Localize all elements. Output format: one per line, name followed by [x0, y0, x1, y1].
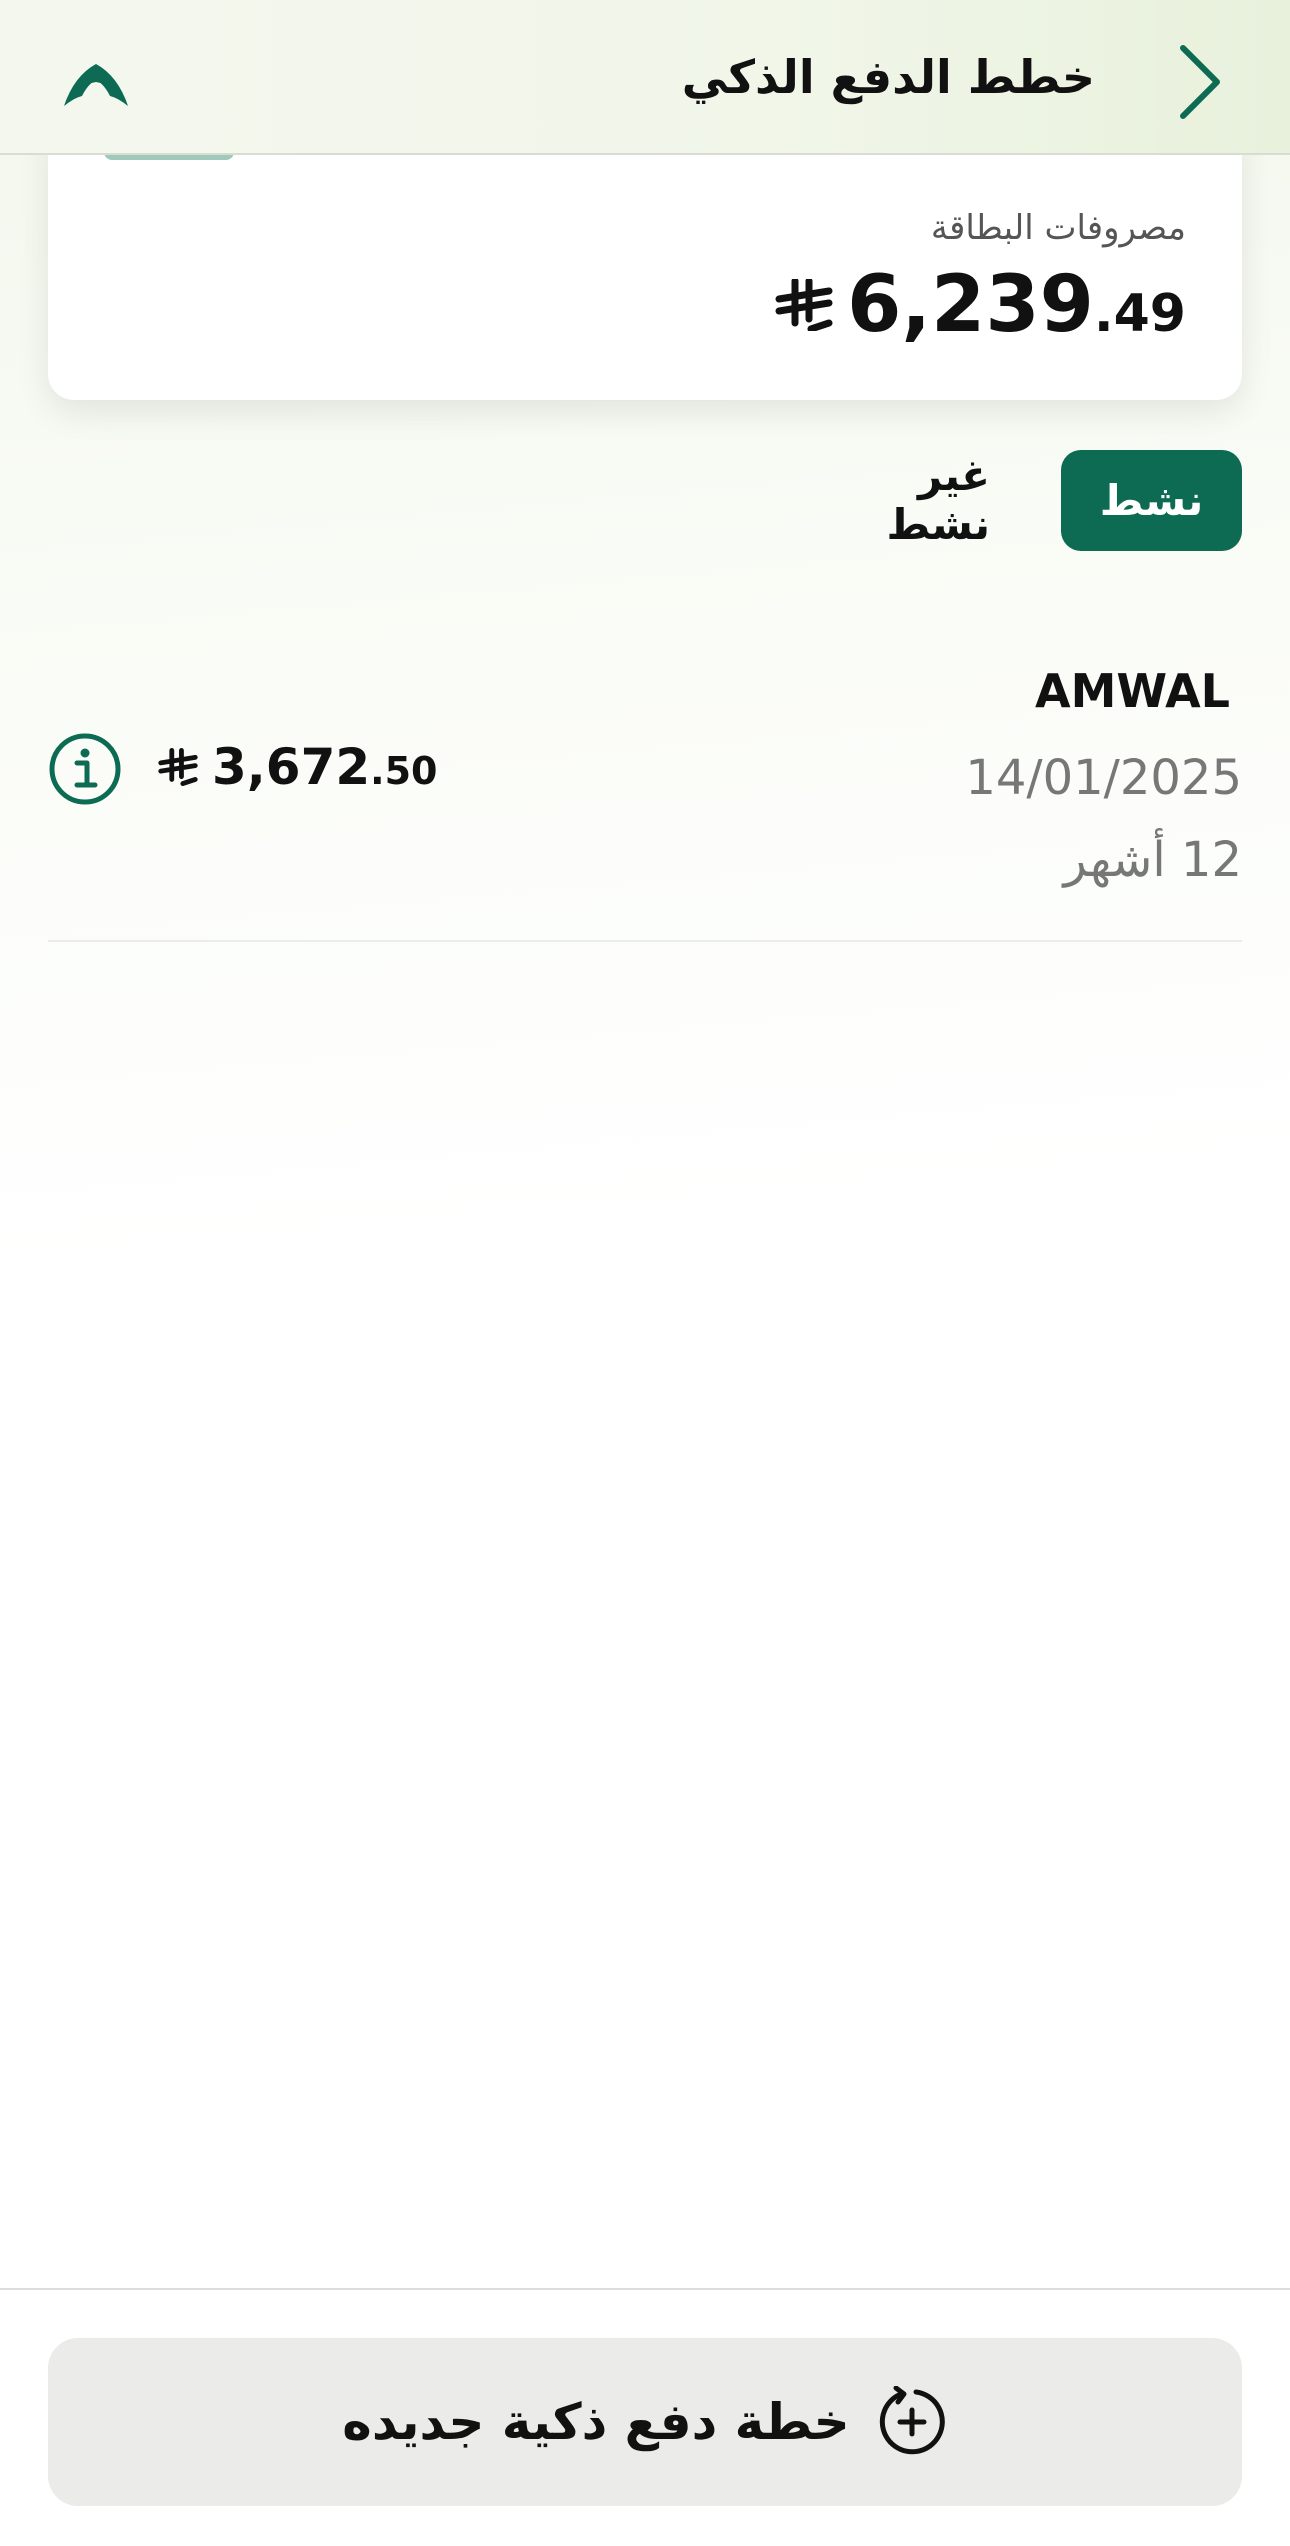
back-button[interactable] [1170, 42, 1230, 122]
bank-logo-icon [64, 64, 128, 106]
plan-amount: 3,672 .50 [158, 738, 437, 796]
plan-duration: 12 أشهر [1063, 832, 1243, 888]
plan-amount-integer: 3,672 [212, 738, 371, 796]
saudi-riyal-icon [158, 748, 198, 786]
page-title: خطط الدفع الذكي [681, 50, 1095, 104]
tab-inactive[interactable]: غير نشط [810, 451, 990, 549]
list-item[interactable]: AMWAL 14/01/2025 12 أشهر 3,672 .50 [48, 640, 1242, 942]
plan-date: 14/01/2025 [965, 750, 1242, 806]
card-amount-decimal: .49 [1093, 284, 1186, 344]
card-spend-amount: 6,239 .49 [775, 260, 1186, 350]
new-plan-label: خطة دفع ذكية جديده [342, 2393, 850, 2451]
card-amount-integer: 6,239 [847, 260, 1094, 350]
saudi-riyal-icon [775, 279, 833, 331]
card-spend-label: مصروفات البطاقة [930, 208, 1186, 248]
plan-merchant-name: AMWAL [1035, 664, 1230, 718]
new-plan-button[interactable]: خطة دفع ذكية جديده [48, 2338, 1242, 2506]
plan-amount-decimal: .50 [370, 749, 438, 793]
card-spend-summary: مصروفات البطاقة 6,239 .49 [48, 120, 1242, 400]
tab-active[interactable]: نشط [1061, 450, 1242, 551]
bottom-divider [0, 2288, 1290, 2290]
chevron-right-icon [1180, 45, 1220, 119]
add-circle-icon [879, 2386, 945, 2455]
app-header: خطط الدفع الذكي [0, 0, 1290, 155]
info-icon[interactable] [48, 732, 122, 806]
